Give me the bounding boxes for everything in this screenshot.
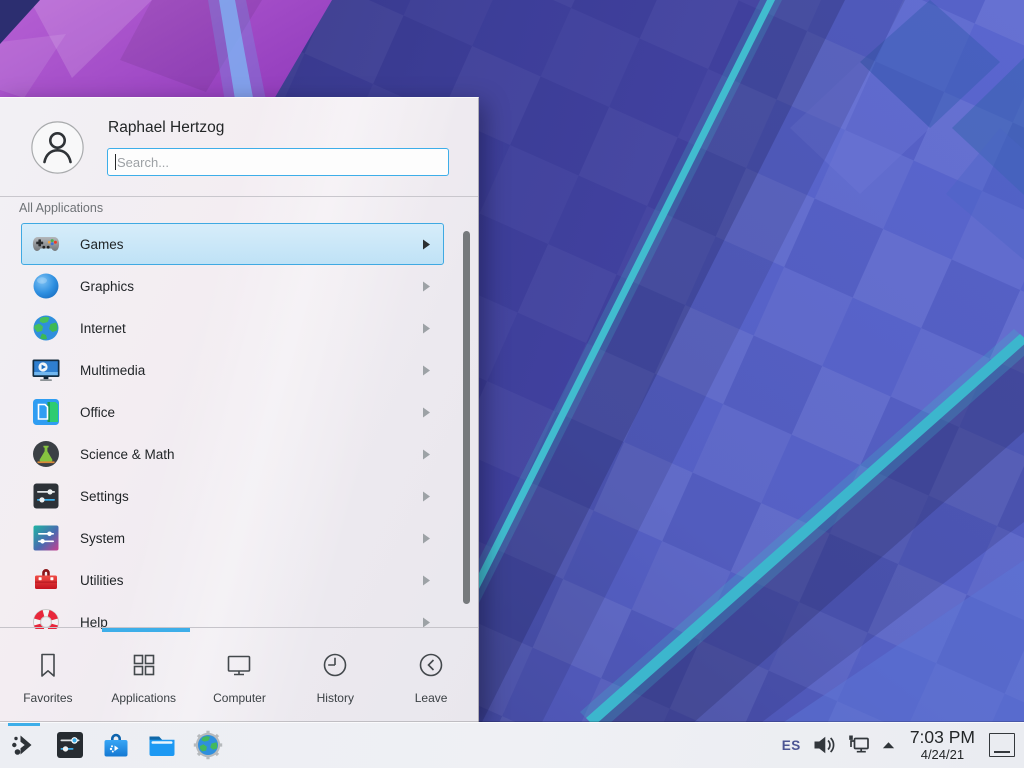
category-settings[interactable]: Settings: [21, 475, 444, 517]
application-launcher-menu: Raphael Hertzog Search... All Applicatio…: [0, 97, 479, 722]
user-avatar: [31, 121, 84, 174]
active-launcher-indicator: [8, 723, 40, 726]
tab-leave[interactable]: Leave: [385, 650, 477, 705]
taskbar-launchers: [0, 729, 224, 761]
network-icon[interactable]: [846, 734, 870, 756]
bookmark-icon: [33, 650, 63, 680]
lifebuoy-icon: [30, 606, 62, 629]
computer-icon: [224, 650, 254, 680]
system-tray: ES 7:03 PM 4/24/21: [782, 728, 1024, 762]
category-office[interactable]: Office: [21, 391, 444, 433]
toolbox-icon: [30, 564, 62, 596]
user-icon: [31, 121, 84, 174]
submenu-arrow-icon: [422, 407, 431, 418]
clock-icon: [320, 650, 350, 680]
category-utilities[interactable]: Utilities: [21, 559, 444, 601]
category-multimedia[interactable]: Multimedia: [21, 349, 444, 391]
category-graphics[interactable]: Graphics: [21, 265, 444, 307]
submenu-arrow-icon: [422, 239, 431, 250]
globe-icon: [30, 312, 62, 344]
monitor-play-icon: [30, 354, 62, 386]
submenu-arrow-icon: [422, 281, 431, 292]
discover-button[interactable]: [100, 729, 132, 761]
sliders-icon: [30, 480, 62, 512]
tab-applications[interactable]: Applications: [98, 650, 190, 705]
web-browser-button[interactable]: [192, 729, 224, 761]
clock-date: 4/24/21: [910, 747, 975, 762]
header-separator: [0, 196, 478, 197]
keyboard-layout-indicator[interactable]: ES: [782, 738, 801, 753]
gamepad-icon: [30, 228, 62, 260]
digital-clock[interactable]: 7:03 PM 4/24/21: [910, 728, 975, 762]
submenu-arrow-icon: [422, 491, 431, 502]
user-name: Raphael Hertzog: [108, 119, 224, 137]
submenu-arrow-icon: [422, 365, 431, 376]
system-sliders-icon: [30, 522, 62, 554]
kickoff-icon: [8, 729, 40, 761]
tab-computer[interactable]: Computer: [193, 650, 285, 705]
category-science-math[interactable]: Science & Math: [21, 433, 444, 475]
globe-gear-icon: [192, 729, 224, 761]
list-scrollbar[interactable]: [463, 231, 470, 604]
expand-tray-icon[interactable]: [881, 738, 896, 752]
category-games[interactable]: Games: [21, 223, 444, 265]
documents-icon: [30, 396, 62, 428]
kickoff-tabbar: Favorites Applications C: [0, 632, 479, 722]
submenu-arrow-icon: [422, 533, 431, 544]
text-cursor: [115, 154, 116, 170]
application-launcher-button[interactable]: [8, 729, 40, 761]
tab-history[interactable]: History: [289, 650, 381, 705]
discover-bag-icon: [100, 729, 132, 761]
clock-time: 7:03 PM: [910, 728, 975, 747]
submenu-arrow-icon: [422, 449, 431, 460]
tabbar-divider: [0, 627, 478, 628]
submenu-arrow-icon: [422, 617, 431, 628]
submenu-arrow-icon: [422, 575, 431, 586]
leave-icon: [416, 650, 446, 680]
desktop: Raphael Hertzog Search... All Applicatio…: [0, 0, 1024, 768]
section-label: All Applications: [19, 201, 103, 215]
taskbar: ES 7:03 PM 4/24/21: [0, 722, 1024, 768]
submenu-arrow-icon: [422, 323, 431, 334]
grid-icon: [129, 650, 159, 680]
category-system[interactable]: System: [21, 517, 444, 559]
category-help[interactable]: Help: [21, 601, 444, 629]
file-manager-button[interactable]: [146, 729, 178, 761]
search-placeholder: Search...: [117, 155, 169, 170]
settings-app-icon: [54, 729, 86, 761]
category-list: Games Graphics: [0, 223, 479, 629]
flask-icon: [30, 438, 62, 470]
search-input[interactable]: Search...: [107, 148, 449, 176]
show-desktop-button[interactable]: [989, 733, 1015, 757]
folder-icon: [146, 729, 178, 761]
sphere-icon: [30, 270, 62, 302]
tab-favorites[interactable]: Favorites: [2, 650, 94, 705]
volume-icon[interactable]: [812, 734, 835, 756]
category-internet[interactable]: Internet: [21, 307, 444, 349]
system-settings-button[interactable]: [54, 729, 86, 761]
